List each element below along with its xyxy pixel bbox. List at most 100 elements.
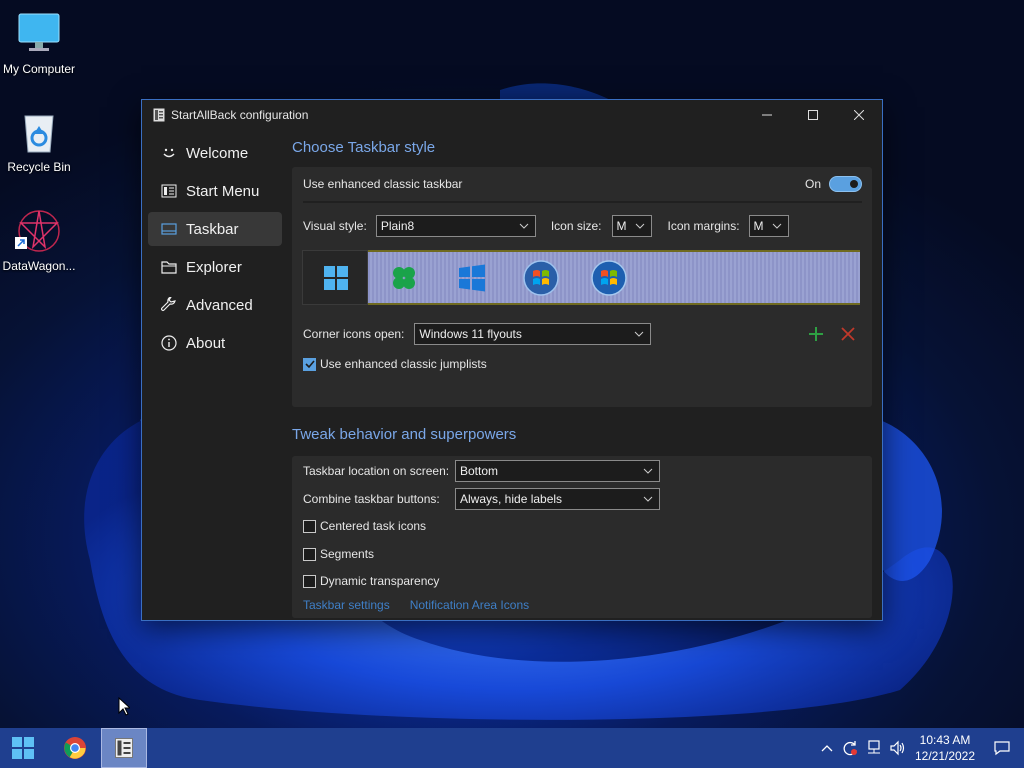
checkmark-icon (304, 360, 315, 369)
taskbar-icon (160, 220, 178, 238)
visual-style-label: Visual style: (303, 219, 367, 233)
centered-icons-label: Centered task icons (320, 519, 427, 533)
sidebar-item-label: Welcome (186, 144, 249, 162)
segments-label: Segments (320, 547, 375, 561)
icon-size-label: Icon size: (550, 219, 602, 233)
taskbar-location-select[interactable]: Bottom (455, 460, 660, 482)
icon-margins-select[interactable]: M (748, 215, 789, 237)
chrome-icon (64, 737, 86, 759)
sidebar-item-about[interactable]: About (148, 326, 282, 360)
info-icon (160, 334, 178, 352)
sidebar-item-label: Taskbar (186, 220, 239, 238)
enhanced-taskbar-label: Use enhanced classic taskbar (303, 177, 463, 191)
visual-style-select[interactable]: Plain8 (375, 215, 536, 237)
start-icon (12, 737, 34, 759)
notification-icon (994, 741, 1010, 756)
main-content: Choose Taskbar style Use enhanced classi… (292, 136, 872, 618)
enhanced-taskbar-state: On (804, 177, 821, 191)
sidebar-item-taskbar[interactable]: Taskbar (148, 212, 282, 246)
taskbar-settings-link[interactable]: Taskbar settings (303, 598, 390, 612)
dynamic-transparency-checkbox[interactable] (303, 574, 316, 588)
taskbar-style-panel: Use enhanced classic taskbar On Visual s… (292, 167, 872, 407)
sidebar: Welcome Start Menu Taskbar Explorer Adva… (148, 136, 282, 364)
monitor-icon (15, 10, 63, 58)
network-tray-button[interactable] (862, 740, 886, 756)
preview-style-windows7[interactable] (522, 259, 560, 297)
maximize-button[interactable] (790, 100, 836, 130)
preview-style-clover[interactable] (390, 264, 418, 292)
segments-checkbox[interactable] (303, 547, 316, 561)
chevron-down-icon (519, 223, 529, 229)
smiley-icon (160, 144, 178, 162)
section-title-taskbar-style: Choose Taskbar style (292, 139, 436, 156)
preview-style-windows11[interactable] (302, 250, 368, 305)
close-button[interactable] (836, 100, 882, 130)
datawagon-shortcut-icon (15, 207, 63, 255)
combine-buttons-label: Combine taskbar buttons: (303, 492, 440, 506)
sidebar-item-welcome[interactable]: Welcome (148, 136, 282, 170)
add-button[interactable] (809, 327, 823, 341)
remove-button[interactable] (841, 327, 855, 341)
corner-icons-select[interactable]: Windows 11 flyouts (414, 323, 652, 345)
recycle-bin-icon (15, 108, 63, 156)
chevron-down-icon (635, 223, 644, 229)
startallback-window: StartAllBack configuration Welcome Start… (141, 99, 883, 621)
sidebar-item-label: Start Menu (186, 182, 260, 200)
mouse-cursor-icon (118, 697, 130, 716)
sync-tray-button[interactable] (838, 740, 862, 756)
enhanced-taskbar-toggle[interactable] (829, 176, 862, 192)
taskbar: 10:43 AM 12/21/2022 (0, 728, 1024, 768)
title-bar[interactable]: StartAllBack configuration (142, 100, 882, 130)
sidebar-item-advanced[interactable]: Advanced (148, 288, 282, 322)
sidebar-item-explorer[interactable]: Explorer (148, 250, 282, 284)
volume-icon (890, 740, 905, 756)
clover-start-icon (393, 267, 415, 289)
preview-style-vista[interactable] (590, 259, 628, 297)
clock-time: 10:43 AM (919, 733, 971, 747)
start-button[interactable] (0, 728, 46, 768)
start-menu-icon (160, 182, 178, 200)
icon-margins-label: Icon margins: (667, 219, 740, 233)
visual-style-value: Plain8 (380, 219, 415, 233)
sidebar-item-label: Explorer (186, 258, 242, 276)
desktop-icon-label: DataWagon... (2, 259, 76, 273)
sidebar-item-start-menu[interactable]: Start Menu (148, 174, 282, 208)
icon-size-select[interactable]: M (611, 215, 652, 237)
plus-icon (809, 327, 823, 341)
desktop-icon-label: My Computer (2, 62, 76, 76)
jumplists-checkbox[interactable] (303, 357, 316, 371)
wrench-icon (160, 296, 178, 314)
network-icon (868, 740, 880, 754)
folder-icon (160, 258, 178, 276)
desktop-icon-my-computer[interactable]: My Computer (0, 10, 79, 76)
taskbar-location-value: Bottom (460, 464, 499, 478)
preview-style-windows10[interactable] (458, 264, 486, 292)
taskbar-location-label: Taskbar location on screen: (303, 464, 450, 478)
close-icon (854, 110, 864, 120)
centered-icons-checkbox[interactable] (303, 519, 316, 533)
sidebar-item-label: Advanced (186, 296, 253, 314)
taskbar-chrome-button[interactable] (52, 728, 98, 768)
minimize-icon (762, 114, 772, 116)
startallback-icon (115, 738, 133, 758)
corner-icons-value: Windows 11 flyouts (419, 327, 522, 341)
icon-size-value: M (616, 219, 627, 233)
desktop-icon-label: Recycle Bin (7, 160, 71, 174)
volume-tray-button[interactable] (886, 740, 910, 756)
desktop-icon-recycle-bin[interactable]: Recycle Bin (0, 108, 79, 174)
windows-11-start-icon (324, 266, 348, 290)
tweak-panel: Taskbar location on screen: Bottom Combi… (292, 456, 872, 618)
windows-vista-orb-icon (591, 260, 627, 296)
windows-7-orb-icon (523, 260, 559, 296)
desktop-icon-datawagon[interactable]: DataWagon... (0, 207, 79, 273)
clock[interactable]: 10:43 AM 12/21/2022 (910, 732, 980, 764)
show-hidden-icons-button[interactable] (816, 744, 838, 752)
combine-buttons-select[interactable]: Always, hide labels (455, 488, 660, 510)
section-title-tweak: Tweak behavior and superpowers (292, 426, 517, 443)
notification-area-icons-link[interactable]: Notification Area Icons (410, 598, 529, 612)
windows-10-start-icon (459, 264, 485, 292)
notifications-button[interactable] (980, 740, 1024, 756)
taskbar-startallback-button[interactable] (101, 728, 147, 768)
minimize-button[interactable] (744, 100, 790, 130)
chevron-down-icon (635, 331, 644, 337)
